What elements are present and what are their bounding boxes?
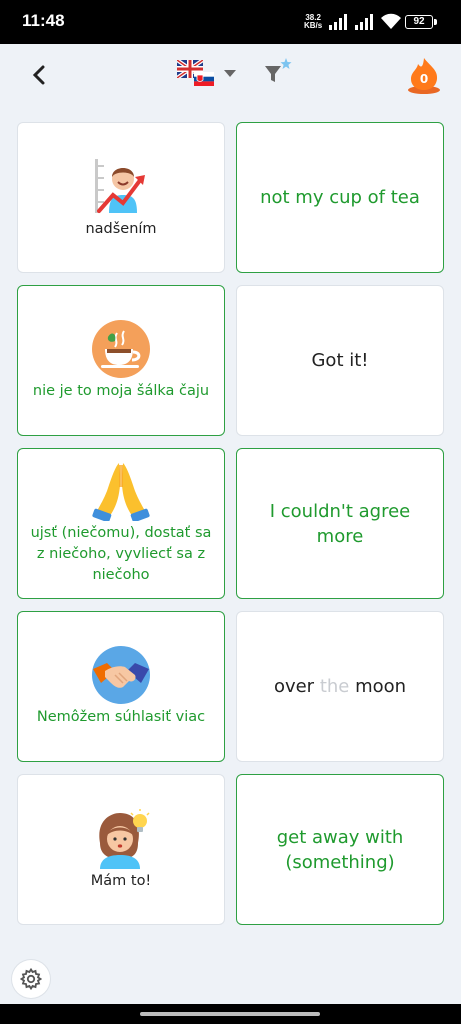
match-card[interactable]: not my cup of tea [236,122,444,273]
battery-indicator: 92 [405,15,437,29]
card-label: Mám to! [90,873,152,889]
wifi-icon [381,13,401,29]
match-card[interactable]: get away with (something) [236,774,444,925]
streak-counter: 0 [404,56,444,96]
signal-icon [329,14,347,30]
card-label-part: moon [349,676,407,697]
system-nav-bar [0,1004,461,1024]
network-rate-unit: KB/s [304,21,323,30]
chevron-down-icon [224,70,236,77]
girl-lightbulb-icon [99,809,150,869]
language-selector[interactable] [176,58,240,92]
status-time: 11:48 [22,11,65,30]
excited-person-chart-icon [95,159,145,213]
top-bar: 0 [0,44,461,114]
filter-star-icon [265,58,292,82]
slovak-flag-icon [194,72,214,86]
card-label-part: over [273,676,320,697]
back-button[interactable] [24,60,54,90]
card-label: get away with (something) [276,826,404,873]
handshake-icon [92,646,150,704]
match-card[interactable]: Got it! [236,285,444,436]
signal-icon [355,14,373,30]
match-card[interactable]: over the moon [236,611,444,762]
filter-button[interactable] [261,56,295,90]
match-card[interactable]: Mám to! [17,774,225,925]
card-label: not my cup of tea [260,187,420,208]
card-label: Nemôžem súhlasiť viac [36,709,206,725]
card-label: nie je to moja šálka čaju [32,383,210,399]
match-card[interactable]: nie je to moja šálka čaju [17,285,225,436]
status-bar: 11:48 38.2 KB/s 92 [0,0,461,44]
settings-button[interactable] [12,960,50,998]
tea-cup-icon [92,320,150,378]
gear-icon [20,968,42,990]
card-label: over the moon [256,674,424,699]
card-label-part-faded: the [319,676,350,697]
card-label: nadšením [85,221,157,237]
match-card[interactable]: nadšením [17,122,225,273]
match-card[interactable]: I couldn't agree more [236,448,444,599]
card-label: ujsť (niečomu), dostať sa z niečoho, vyv… [30,525,212,583]
chevron-left-icon [32,65,45,85]
streak-count: 0 [419,72,429,86]
match-card[interactable]: Nemôžem súhlasiť viac [17,611,225,762]
praying-hands-icon [92,463,150,521]
card-label: I couldn't agree more [269,500,411,547]
match-card[interactable]: ujsť (niečomu), dostať sa z niečoho, vyv… [17,448,225,599]
home-gesture-pill[interactable] [140,1012,320,1016]
network-rate: 38.2 KB/s [304,14,322,30]
card-label: Got it! [311,350,369,371]
